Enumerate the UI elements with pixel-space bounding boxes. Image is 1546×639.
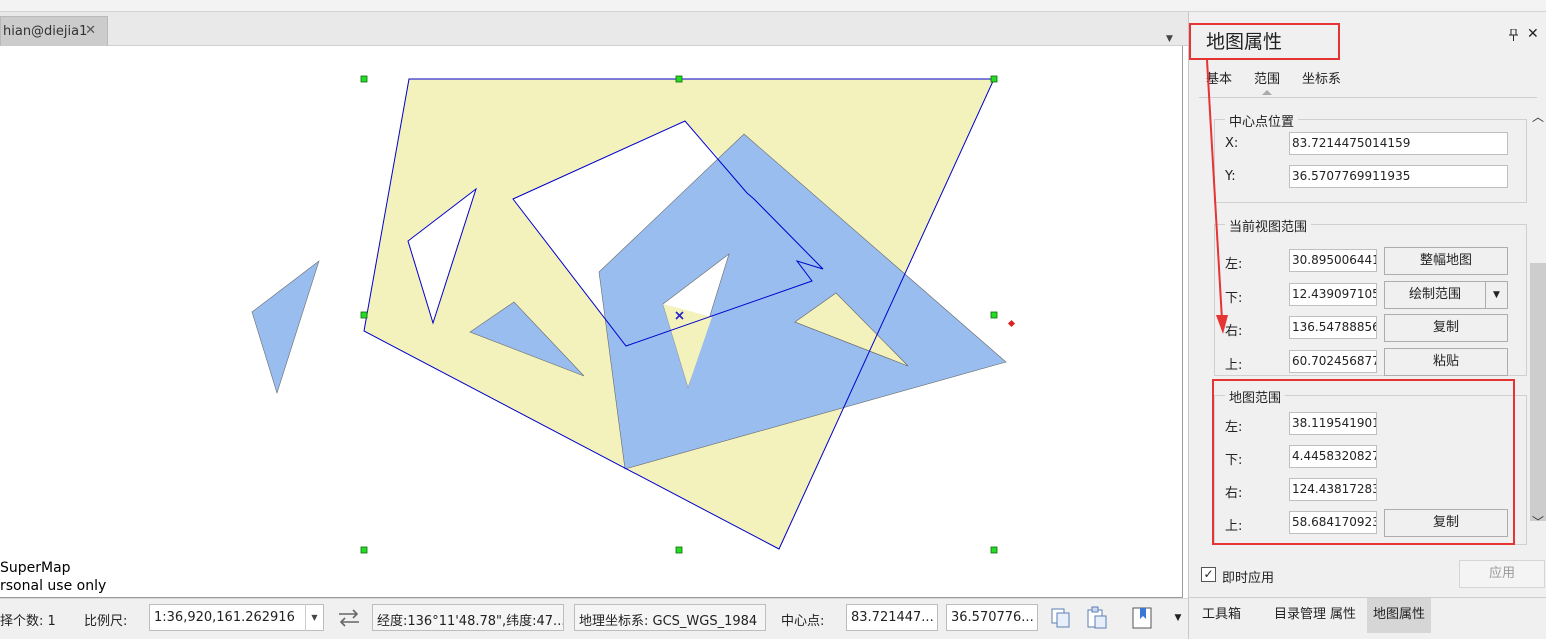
annotation-arrow-icon — [1206, 59, 1228, 334]
instant-apply-label: 即时应用 — [1222, 571, 1275, 586]
map-properties-panel: 地图属性 ✕ 基本 范围 坐标系 中心点位置 X: 83.72144750141… — [1188, 12, 1546, 639]
instant-apply-checkbox[interactable]: ✓ — [1201, 567, 1216, 582]
selection-handle[interactable] — [990, 75, 998, 83]
tab-map-properties[interactable]: 地图属性 — [1367, 598, 1432, 633]
swap-icon[interactable] — [335, 605, 363, 631]
selection-handle[interactable] — [360, 311, 368, 319]
coordinate-readout: 经度:136°11'48.78",纬度:47... — [372, 604, 564, 631]
ribbon-strip — [0, 0, 1546, 12]
document-tabbar: hian@diejia1 ✕ ▼ — [0, 12, 1188, 46]
blue-triangle[interactable] — [251, 260, 320, 395]
scale-label: 比例尺: — [84, 614, 128, 629]
tab-list-dropdown-icon[interactable]: ▼ — [1166, 34, 1173, 44]
scale-combobox[interactable]: 1:36,920,161.262916 — [149, 604, 324, 631]
rotation-anchor[interactable] — [1007, 319, 1016, 328]
statusbar: 择个数: 1 比例尺: 1:36,920,161.262916 ▼ 经度:136… — [0, 598, 1188, 639]
watermark-line: SuperMap — [0, 560, 71, 576]
chevron-down-icon[interactable]: ▼ — [305, 604, 323, 631]
map-drawing[interactable] — [0, 46, 1183, 598]
center-y-field[interactable]: 36.570776... — [946, 604, 1038, 631]
map-canvas[interactable]: SuperMap rsonal use only — [0, 46, 1183, 598]
selection-handle[interactable] — [675, 75, 683, 83]
highlight-box — [1212, 379, 1515, 545]
chevron-down-icon[interactable]: ﹀ — [1532, 513, 1544, 530]
paste-icon[interactable] — [1083, 605, 1111, 631]
apply-button[interactable]: 应用 — [1459, 560, 1545, 588]
copy-icon[interactable] — [1047, 605, 1075, 631]
selected-count-label: 择个数: 1 — [0, 614, 56, 629]
center-label: 中心点: — [781, 614, 825, 629]
tab-catalog[interactable]: 目录管理 — [1268, 598, 1332, 633]
crs-readout: 地理坐标系: GCS_WGS_1984 — [574, 604, 766, 631]
watermark-line: rsonal use only — [0, 578, 107, 594]
center-y-value: 36.570776... — [951, 610, 1034, 625]
map-document-tab-title: hian@diejia1 — [3, 24, 88, 39]
dock-bottom-tabs: 工具箱 目录管理 属性 地图属性 — [1189, 597, 1546, 639]
map-document-tab[interactable]: hian@diejia1 ✕ — [0, 16, 108, 46]
center-x-field[interactable]: 83.721447... — [846, 604, 938, 631]
bookmark-icon[interactable] — [1130, 605, 1158, 631]
selection-handle[interactable] — [990, 311, 998, 319]
selection-handle[interactable] — [990, 546, 998, 554]
selection-handle[interactable] — [360, 546, 368, 554]
selection-handle[interactable] — [675, 546, 683, 554]
watermark: SuperMap rsonal use only — [0, 559, 106, 595]
selection-handle[interactable] — [360, 75, 368, 83]
scale-value: 1:36,920,161.262916 — [154, 610, 295, 625]
crs-value: 地理坐标系: GCS_WGS_1984 — [579, 614, 758, 629]
tab-properties[interactable]: 属性 — [1324, 598, 1362, 633]
coordinate-value: 经度:136°11'48.78",纬度:47... — [377, 614, 564, 629]
center-x-value: 83.721447... — [851, 610, 934, 625]
close-icon[interactable]: ✕ — [85, 23, 96, 38]
tab-toolbox[interactable]: 工具箱 — [1196, 598, 1247, 633]
